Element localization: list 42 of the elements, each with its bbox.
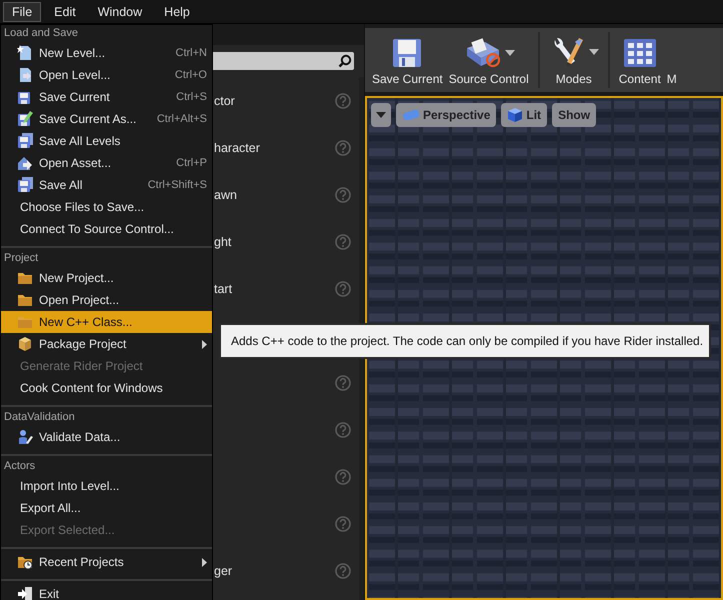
menu-item[interactable]: Import Into Level... xyxy=(1,475,212,497)
menu-bar-item[interactable]: Edit xyxy=(45,2,85,22)
actor-name: ght xyxy=(214,234,232,248)
menu-item[interactable]: Export All... xyxy=(1,497,212,519)
viewport-button[interactable]: Lit xyxy=(501,103,548,127)
menu-bar-item[interactable]: Window xyxy=(88,2,152,22)
menu-item[interactable]: Cook Content for Windows xyxy=(1,377,212,399)
menu-bar-item[interactable]: Help xyxy=(155,2,199,22)
menu-section-header: Load and Save xyxy=(3,26,80,41)
menu-section-header: DataValidation xyxy=(3,410,76,425)
menu-item[interactable]: New Level... Ctrl+N xyxy=(1,42,212,64)
menu-item[interactable]: New Project... xyxy=(1,267,212,289)
menu-item[interactable]: Open Level... Ctrl+O xyxy=(1,64,212,86)
menu-item[interactable]: Choose Files to Save... xyxy=(1,196,212,218)
toolbar-button[interactable]: Save Current xyxy=(369,28,446,92)
viewport-button[interactable]: Show xyxy=(552,103,596,127)
toolbar-button[interactable]: M xyxy=(664,28,680,92)
menu-item[interactable]: New C++ Class... xyxy=(1,311,212,333)
menu-item[interactable]: Exit xyxy=(1,583,212,600)
actor-name: haracter xyxy=(214,140,260,154)
toolbar-button[interactable]: Modes xyxy=(546,28,602,92)
viewport-button[interactable]: Perspective xyxy=(396,103,496,127)
menu-item[interactable]: Save Current Ctrl+S xyxy=(1,86,212,108)
menu-section-header: Project xyxy=(3,251,40,266)
menu-item[interactable]: Save All Levels xyxy=(1,130,212,152)
menu-section-header: Actors xyxy=(3,459,36,474)
menu-item[interactable]: Recent Projects xyxy=(1,551,212,573)
menu-item[interactable]: Save Current As... Ctrl+Alt+S xyxy=(1,108,212,130)
toolbar-button[interactable]: Source Control xyxy=(446,28,532,92)
tooltip: Adds C++ code to the project. The code can only be compiled if you have Rider installed. xyxy=(219,323,711,359)
menu-item[interactable]: Validate Data... xyxy=(1,426,212,448)
menu-bar-item[interactable]: File xyxy=(3,2,42,22)
menu-item[interactable]: Connect To Source Control... xyxy=(1,218,212,240)
actor-name: ctor xyxy=(214,94,235,108)
actor-name: ger xyxy=(214,564,232,578)
actor-name: tart xyxy=(214,282,232,296)
actor-name: awn xyxy=(214,188,237,202)
menu-item[interactable]: Package Project xyxy=(1,333,212,355)
toolbar-button[interactable]: Content xyxy=(616,28,664,92)
menu-item[interactable]: Save All Ctrl+Shift+S xyxy=(1,174,212,196)
menu-item[interactable]: Open Asset... Ctrl+P xyxy=(1,152,212,174)
menu-item[interactable]: Open Project... xyxy=(1,289,212,311)
